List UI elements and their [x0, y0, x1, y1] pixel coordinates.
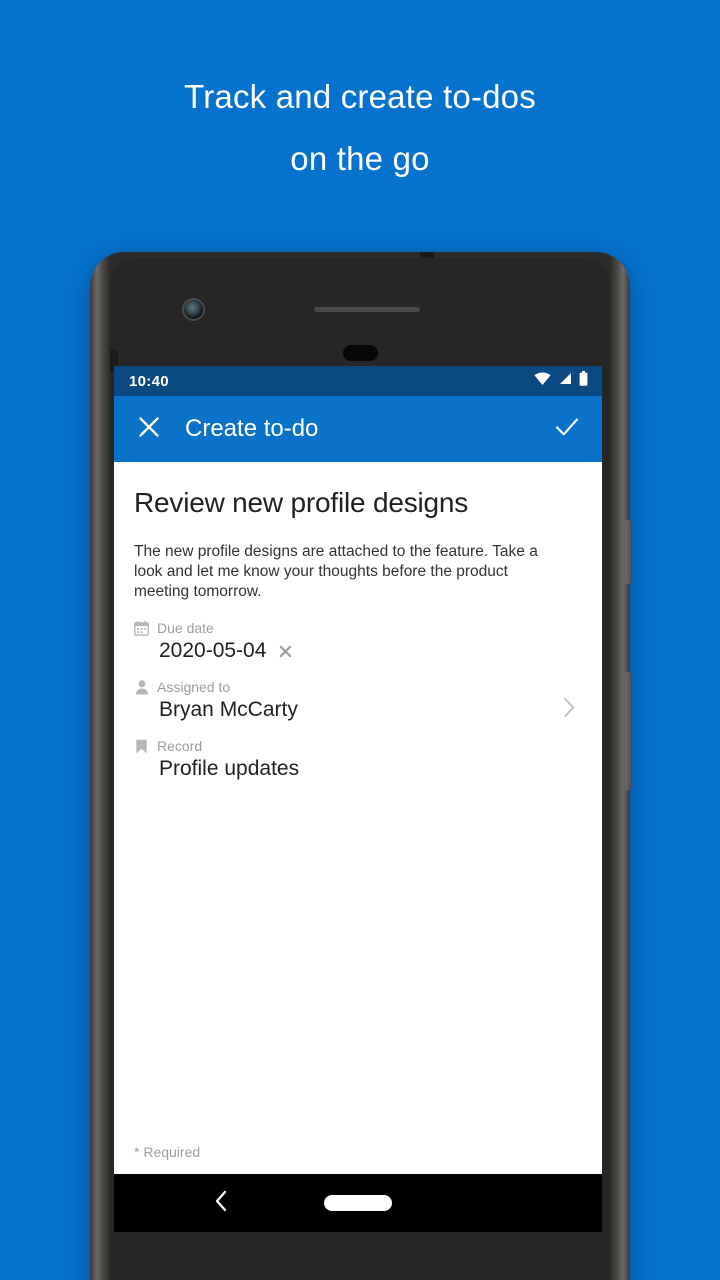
promo-headline: Track and create to-dos on the go: [0, 66, 720, 190]
front-camera-icon: [184, 300, 203, 319]
bookmark-icon: [134, 739, 149, 754]
field-due-date-value-row: 2020-05-04: [134, 639, 582, 663]
field-assigned-to-value[interactable]: Bryan McCarty: [159, 698, 298, 722]
field-record-label: Record: [157, 738, 203, 754]
battery-icon: [579, 371, 588, 391]
field-record-label-row: Record: [134, 738, 582, 754]
proximity-sensor-icon: [343, 345, 378, 361]
back-button[interactable]: [206, 1188, 236, 1218]
field-due-date[interactable]: Due date 2020-05-04: [134, 620, 582, 663]
field-due-date-value[interactable]: 2020-05-04: [159, 639, 266, 663]
system-navigation-bar: [114, 1174, 602, 1232]
check-icon: [554, 414, 580, 445]
app-bar-title: Create to-do: [185, 415, 319, 442]
cellular-signal-icon: [558, 372, 572, 390]
status-bar-time: 10:40: [129, 372, 169, 390]
status-bar-icons: [534, 371, 588, 391]
home-pill-icon[interactable]: [324, 1195, 392, 1211]
status-bar: 10:40: [114, 366, 602, 396]
power-button[interactable]: [625, 520, 632, 584]
chevron-right-icon[interactable]: [560, 696, 578, 718]
field-assigned-to-label: Assigned to: [157, 679, 231, 695]
earpiece-speaker-icon: [314, 307, 420, 312]
todo-title[interactable]: Review new profile designs: [134, 486, 582, 520]
field-record-value-row: Profile updates: [134, 757, 582, 781]
back-chevron-icon: [213, 1189, 229, 1218]
volume-rocker-button[interactable]: [625, 672, 632, 790]
field-due-date-label: Due date: [157, 620, 214, 636]
phone-screen: 10:40 Create to-do Review new profile de…: [114, 366, 602, 1232]
required-note: * Required: [134, 1144, 201, 1160]
field-assigned-to[interactable]: Assigned to Bryan McCarty: [134, 679, 582, 722]
todo-form-content: Review new profile designs The new profi…: [114, 462, 602, 1174]
close-icon: [137, 415, 161, 444]
wifi-icon: [534, 372, 551, 390]
field-assigned-to-label-row: Assigned to: [134, 679, 582, 695]
headline-line-1: Track and create to-dos: [184, 78, 536, 115]
person-icon: [134, 679, 149, 695]
todo-description[interactable]: The new profile designs are attached to …: [134, 542, 554, 602]
clear-icon[interactable]: [278, 644, 293, 659]
close-button[interactable]: [132, 412, 166, 446]
app-bar: Create to-do: [114, 396, 602, 462]
field-due-date-label-row: Due date: [134, 620, 582, 636]
field-record[interactable]: Record Profile updates: [134, 738, 582, 781]
calendar-icon: [134, 620, 149, 636]
confirm-button[interactable]: [550, 412, 584, 446]
field-assigned-to-value-row: Bryan McCarty: [134, 698, 582, 722]
headline-line-2: on the go: [290, 140, 430, 177]
field-record-value[interactable]: Profile updates: [159, 757, 299, 781]
